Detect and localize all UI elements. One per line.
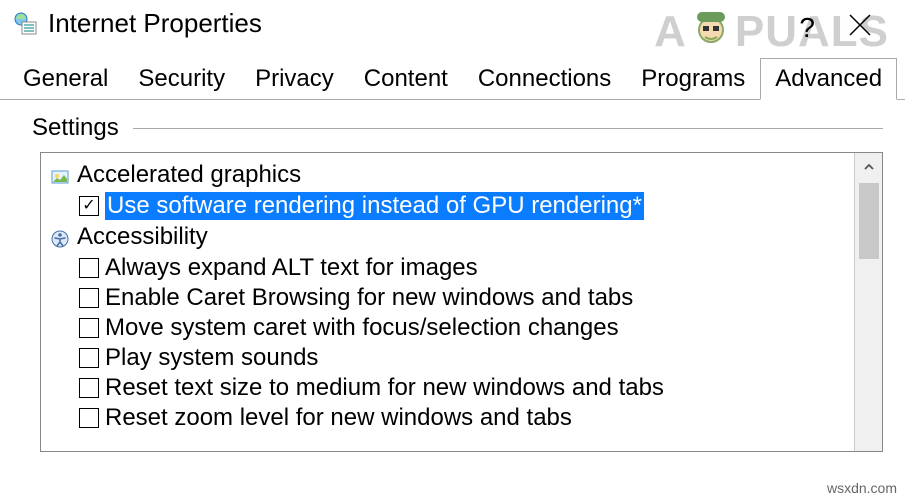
settings-group-header: Settings	[32, 114, 883, 142]
tab-security[interactable]: Security	[123, 58, 240, 100]
setting-label: Use software rendering instead of GPU re…	[105, 192, 644, 220]
source-tag: wsxdn.com	[827, 480, 897, 496]
accessibility-icon	[51, 228, 69, 246]
setting-enable-caret-browsing[interactable]: Enable Caret Browsing for new windows an…	[47, 283, 848, 313]
checkbox-icon	[79, 318, 99, 338]
section-accessibility: Accessibility	[47, 221, 848, 253]
section-label: Accessibility	[77, 223, 208, 251]
divider	[133, 128, 883, 129]
scroll-up-button[interactable]	[855, 153, 882, 181]
setting-move-system-caret[interactable]: Move system caret with focus/selection c…	[47, 313, 848, 343]
close-icon	[845, 10, 875, 40]
setting-label: Always expand ALT text for images	[105, 254, 478, 282]
setting-label: Play system sounds	[105, 344, 318, 372]
checkbox-icon	[79, 348, 99, 368]
graphics-icon	[51, 166, 69, 184]
tab-privacy[interactable]: Privacy	[240, 58, 349, 100]
chevron-up-icon	[862, 160, 876, 174]
tab-programs[interactable]: Programs	[626, 58, 760, 100]
help-button[interactable]: ?	[799, 12, 815, 44]
scrollbar[interactable]	[854, 153, 882, 451]
setting-label: Reset text size to medium for new window…	[105, 374, 664, 402]
tab-content[interactable]: Content	[349, 58, 463, 100]
tab-general[interactable]: General	[8, 58, 123, 100]
settings-group-label: Settings	[32, 114, 119, 142]
titlebar: Internet Properties ?	[0, 0, 905, 53]
window-title: Internet Properties	[48, 8, 262, 39]
checkbox-icon	[79, 196, 99, 216]
scroll-thumb[interactable]	[859, 183, 879, 259]
section-label: Accelerated graphics	[77, 161, 301, 189]
checkbox-icon	[79, 408, 99, 428]
close-button[interactable]	[845, 10, 875, 46]
setting-reset-text-size[interactable]: Reset text size to medium for new window…	[47, 373, 848, 403]
setting-label: Enable Caret Browsing for new windows an…	[105, 284, 633, 312]
checkbox-icon	[79, 258, 99, 278]
tab-bar: General Security Privacy Content Connect…	[0, 57, 905, 100]
settings-tree: Accelerated graphics Use software render…	[40, 152, 883, 452]
tab-advanced[interactable]: Advanced	[760, 58, 897, 100]
checkbox-icon	[79, 378, 99, 398]
setting-play-system-sounds[interactable]: Play system sounds	[47, 343, 848, 373]
tab-connections[interactable]: Connections	[463, 58, 626, 100]
setting-label: Reset zoom level for new windows and tab…	[105, 404, 572, 432]
setting-label: Move system caret with focus/selection c…	[105, 314, 619, 342]
section-accelerated-graphics: Accelerated graphics	[47, 159, 848, 191]
setting-use-software-rendering[interactable]: Use software rendering instead of GPU re…	[47, 191, 848, 221]
internet-options-icon	[14, 12, 38, 36]
setting-expand-alt-text[interactable]: Always expand ALT text for images	[47, 253, 848, 283]
setting-reset-zoom-level[interactable]: Reset zoom level for new windows and tab…	[47, 403, 848, 433]
checkbox-icon	[79, 288, 99, 308]
settings-tree-inner: Accelerated graphics Use software render…	[41, 153, 854, 451]
tab-panel-advanced: Settings Accelerated graphics Use softwa…	[0, 100, 905, 452]
